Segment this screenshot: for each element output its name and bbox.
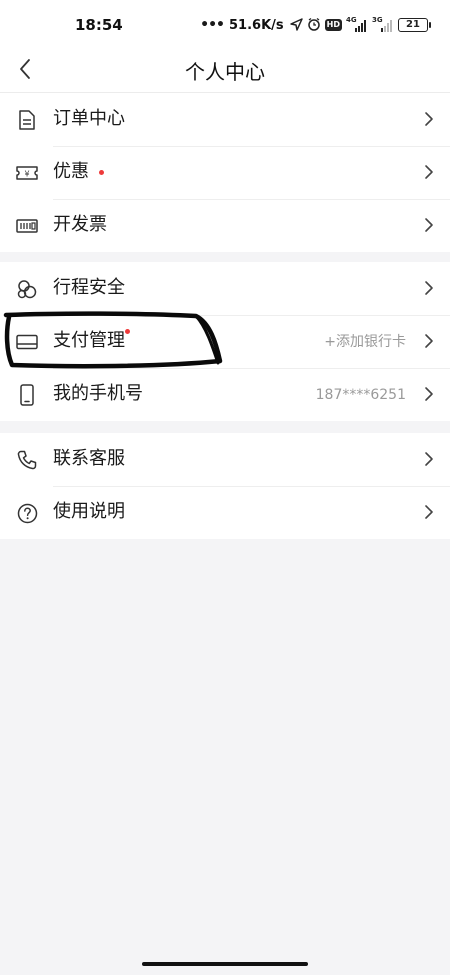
battery-icon: 21 [398,18,431,32]
menu-item-my-phone-number[interactable]: 我的手机号 187****6251 [0,368,450,421]
menu-item-contact-service[interactable]: 联系客服 [0,433,450,486]
menu-item-label: 支付管理 [53,329,130,353]
help-icon [16,502,38,524]
menu-item-label: 行程安全 [53,277,125,298]
menu-item-payment-management[interactable]: 支付管理 +添加银行卡 [0,315,450,368]
menu-item-coupons[interactable]: ¥ 优惠 [0,146,450,199]
svg-text:¥: ¥ [24,170,29,179]
location-icon [289,16,303,35]
shield-people-icon [16,278,38,300]
alarm-icon [307,16,321,35]
menu-group-support: 联系客服 使用说明 [0,433,450,539]
chevron-right-icon [425,165,433,179]
menu-item-label: 我的手机号 [53,383,143,404]
chevron-right-icon [425,505,433,519]
document-icon [16,109,38,131]
notification-dot [99,170,104,175]
status-time: 18:54 [75,16,123,34]
menu-item-label: 订单中心 [53,108,125,129]
notification-dot [125,329,130,334]
coupon-icon: ¥ [16,162,38,184]
invoice-icon [16,215,38,237]
menu-item-label: 开发票 [53,214,107,235]
chevron-right-icon [425,452,433,466]
phone-number-value: 187****6251 [315,387,406,403]
menu-item-invoice[interactable]: 开发票 [0,199,450,252]
add-bank-card-hint: +添加银行卡 [324,334,406,350]
menu-item-label: 联系客服 [53,448,125,469]
menu-item-label: 使用说明 [53,501,125,522]
menu-group-account: 行程安全 支付管理 +添加银行卡 我的手机号 187****6251 [0,262,450,421]
nav-bar: 个人中心 [0,50,450,93]
status-icons: ••• 51.6K/s HD 4G 3G 21 [200,15,431,35]
wallet-card-icon [16,331,38,353]
status-bar: 18:54 ••• 51.6K/s HD 4G 3G 21 [0,0,450,50]
menu-item-user-guide[interactable]: 使用说明 [0,486,450,539]
home-indicator[interactable] [142,962,308,966]
phone-icon [16,384,38,406]
menu-group-orders: 订单中心 ¥ 优惠 开发票 [0,93,450,252]
chevron-right-icon [425,334,433,348]
signal-3g-icon: 3G [372,16,394,32]
more-notifications-dots: ••• [200,17,225,33]
signal-4g-icon: 4G [346,16,368,32]
chevron-right-icon [425,112,433,126]
menu-item-trip-safety[interactable]: 行程安全 [0,262,450,315]
chevron-right-icon [425,281,433,295]
telephone-icon [16,449,38,471]
hd-icon: HD [324,19,342,31]
page-title: 个人中心 [185,60,265,84]
menu-item-label: 优惠 [53,160,104,184]
chevron-right-icon [425,218,433,232]
network-speed: 51.6K/s [229,17,284,33]
chevron-right-icon [425,387,433,401]
menu-item-order-center[interactable]: 订单中心 [0,93,450,146]
